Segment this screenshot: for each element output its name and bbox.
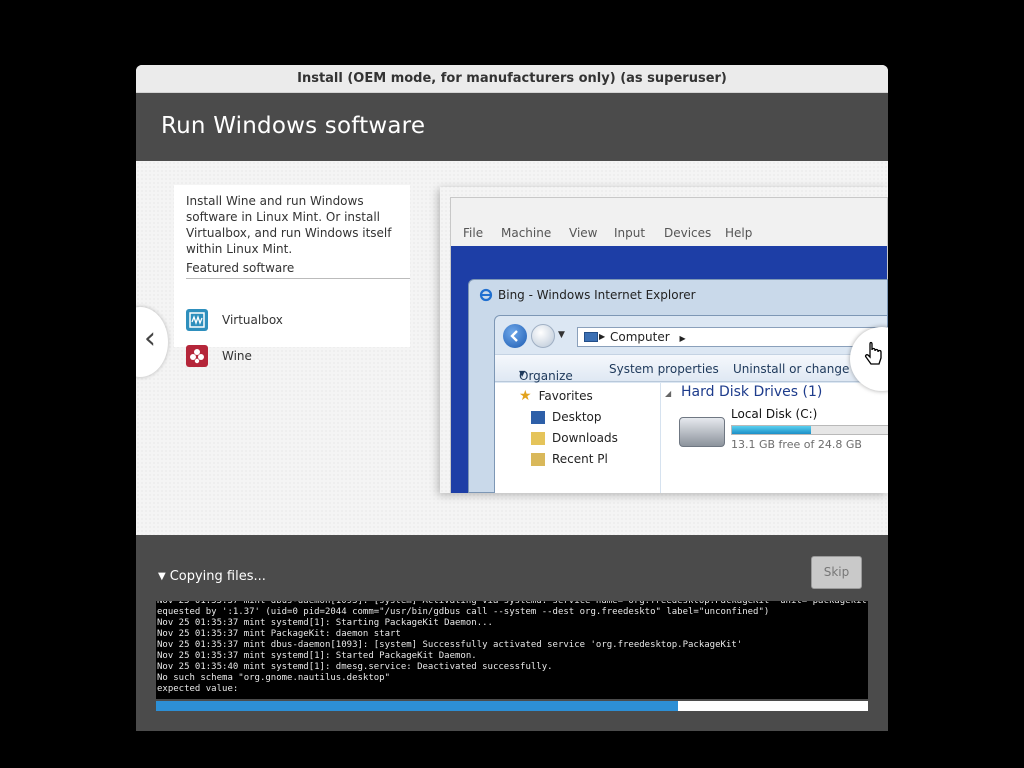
log-line: Nov 25 01:35:37 mint systemd[1]: Startin… [157, 618, 493, 628]
install-progress-area: ▼ Copying files... Skip Nov 25 01:35:37 … [136, 535, 888, 731]
hard-drive-icon [679, 417, 725, 447]
progress-fill [156, 701, 678, 711]
dropdown-arrow-icon: ▼ [519, 369, 526, 378]
virtualbox-menubar: File Machine View Input Devices Help [451, 226, 887, 246]
disk-free-text: 13.1 GB free of 24.8 GB [731, 438, 862, 451]
address-text: Computer [610, 330, 670, 344]
system-properties-item: System properties [609, 362, 719, 376]
explorer-content: ◢ Hard Disk Drives (1) Local Disk (C:) 1… [663, 383, 888, 493]
featured-app-wine[interactable]: Wine [186, 345, 252, 367]
log-text: Nov 25 01:35:37 mint dbus-daemon[1093]: … [157, 601, 868, 695]
recent-places-icon [531, 452, 545, 466]
nav-downloads: Downloads [552, 431, 618, 445]
hard-disk-drives-heading: Hard Disk Drives (1) [681, 384, 823, 400]
install-log[interactable]: Nov 25 01:35:37 mint dbus-daemon[1093]: … [156, 601, 868, 699]
nav-desktop: Desktop [552, 410, 602, 424]
breadcrumb-arrow-icon: ▶ [679, 334, 686, 343]
slide-screenshot: File Machine View Input Devices Help Bin… [440, 187, 888, 493]
status-text: Copying files... [169, 569, 266, 584]
disk-usage-fill [732, 426, 811, 434]
virtualbox-icon [186, 309, 208, 331]
nav-favorites: Favorites [538, 389, 593, 403]
log-line: Nov 25 01:35:37 mint systemd[1]: Started… [157, 651, 477, 661]
computer-icon [584, 332, 598, 342]
featured-software-heading: Featured software [186, 261, 410, 279]
vbox-menu-devices: Devices [664, 226, 712, 240]
disk-usage-bar [731, 425, 888, 435]
log-line: equested by ':1.37' (uid=0 pid=2044 comm… [157, 607, 770, 617]
hand-cursor-icon [864, 341, 882, 365]
slideshow: Install Wine and run Windows software in… [136, 161, 888, 535]
info-card: Install Wine and run Windows software in… [174, 185, 410, 367]
log-line: Nov 25 01:35:40 mint systemd[1]: dmesg.s… [157, 662, 553, 672]
explorer-nav-pane: ★ Favorites Desktop Downloads Recent Pl [495, 383, 661, 493]
local-disk-label: Local Disk (C:) [731, 407, 818, 421]
breadcrumb-arrow-icon: ▶ [599, 332, 606, 341]
explorer-toolbar: Organize ▼ System properties Uninstall o… [495, 354, 888, 383]
slide-description: Install Wine and run Windows software in… [186, 194, 392, 256]
collapse-arrow-icon: ◢ [665, 389, 672, 398]
explorer-address: ▶ Computer ▶ [577, 327, 888, 347]
log-line: No such schema "org.gnome.nautilus.deskt… [157, 673, 390, 683]
forward-arrow-icon [531, 324, 555, 348]
explorer-window: ▼ ▶ Computer ▶ Organize ▼ System propert… [494, 315, 888, 493]
star-icon: ★ [519, 387, 532, 404]
status-toggle[interactable]: ▼ Copying files... [158, 569, 266, 584]
explorer-body: ★ Favorites Desktop Downloads Recent Pl ◢… [495, 383, 888, 493]
page-title: Run Windows software [161, 113, 426, 139]
log-line: expected value: [157, 684, 239, 694]
ie-title: Bing - Windows Internet Explorer [498, 288, 696, 302]
featured-app-label: Virtualbox [222, 313, 283, 327]
vbox-menu-file: File [463, 226, 484, 240]
vbox-menu-input: Input [614, 226, 646, 240]
log-line: Nov 25 01:35:37 mint PackageKit: daemon … [157, 629, 401, 639]
featured-app-label: Wine [222, 349, 252, 363]
featured-app-virtualbox[interactable]: Virtualbox [186, 309, 283, 331]
vbox-menu-help: Help [725, 226, 753, 240]
window-titlebar[interactable]: Install (OEM mode, for manufacturers onl… [136, 65, 888, 93]
nav-recent-places: Recent Pl [552, 452, 608, 466]
slide-header: Run Windows software [136, 93, 888, 161]
installer-window: Install (OEM mode, for manufacturers onl… [136, 65, 888, 731]
window-title: Install (OEM mode, for manufacturers onl… [297, 71, 727, 86]
vbox-menu-machine: Machine [501, 226, 552, 240]
back-arrow-icon [503, 324, 527, 348]
desktop-icon [531, 410, 545, 424]
explorer-address-bar: ▼ ▶ Computer ▶ [501, 322, 888, 350]
downloads-folder-icon [531, 431, 545, 445]
previous-slide-button[interactable]: ‹ [136, 307, 168, 377]
skip-button[interactable]: Skip [811, 556, 862, 589]
log-line: Nov 25 01:35:37 mint dbus-daemon[1093]: … [157, 640, 743, 650]
vbox-menu-view: View [569, 226, 598, 240]
expander-triangle-icon: ▼ [158, 571, 166, 582]
wine-icon [186, 345, 208, 367]
chevron-left-icon: ‹ [144, 321, 156, 356]
progress-bar [156, 701, 868, 711]
internet-explorer-icon [479, 288, 493, 302]
recent-pages-icon: ▼ [558, 330, 565, 340]
